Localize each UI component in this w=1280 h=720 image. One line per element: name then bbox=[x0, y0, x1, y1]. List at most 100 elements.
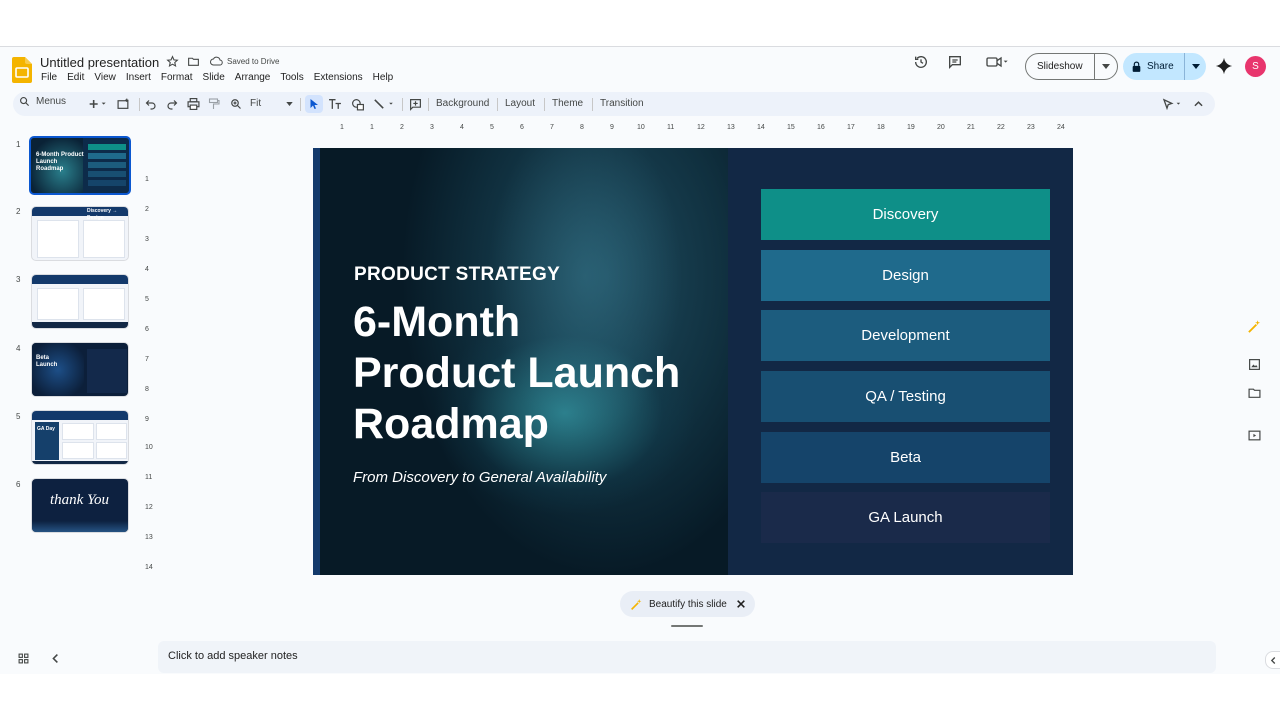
slide-number: 1 bbox=[16, 140, 21, 149]
pen-mode-icon[interactable] bbox=[1161, 97, 1185, 111]
menu-file[interactable]: File bbox=[41, 72, 57, 83]
menus-search[interactable]: Menus bbox=[19, 96, 66, 107]
beautify-slide-chip[interactable]: Beautify this slide bbox=[620, 591, 755, 617]
current-slide[interactable]: PRODUCT STRATEGY 6-Month Product Launch … bbox=[313, 148, 1073, 575]
menu-help[interactable]: Help bbox=[373, 72, 394, 83]
close-icon[interactable] bbox=[736, 599, 746, 609]
menu-edit[interactable]: Edit bbox=[67, 72, 84, 83]
phase-label: GA Launch bbox=[868, 509, 943, 526]
background-button[interactable]: Background bbox=[436, 98, 489, 109]
phase-label: Discovery bbox=[872, 206, 939, 223]
speaker-notes-placeholder: Click to add speaker notes bbox=[168, 650, 298, 662]
menu-slide[interactable]: Slide bbox=[203, 72, 225, 83]
slides-logo-icon[interactable] bbox=[12, 57, 32, 83]
menu-tools[interactable]: Tools bbox=[280, 72, 303, 83]
version-history-icon[interactable] bbox=[912, 53, 930, 71]
thumb-title: 6-Month Product Launch Roadmap bbox=[36, 152, 84, 172]
redo-icon[interactable] bbox=[165, 97, 179, 111]
theme-button[interactable]: Theme bbox=[552, 98, 583, 109]
headline-line-1: 6-Month bbox=[353, 298, 521, 346]
slide-eyebrow[interactable]: PRODUCT STRATEGY bbox=[354, 264, 560, 286]
star-icon[interactable] bbox=[166, 55, 179, 68]
phase-design[interactable]: Design bbox=[761, 250, 1050, 301]
slideshow-button[interactable]: Slideshow bbox=[1025, 53, 1118, 80]
shape-icon[interactable] bbox=[350, 97, 366, 111]
select-tool-icon[interactable] bbox=[305, 95, 323, 113]
notes-resize-handle[interactable] bbox=[671, 625, 703, 627]
phase-development[interactable]: Development bbox=[761, 310, 1050, 361]
slides-app: Untitled presentation Saved to Drive Fil… bbox=[0, 46, 1280, 674]
slide-thumbnail-4[interactable]: Beta Launch bbox=[31, 342, 129, 397]
account-avatar[interactable]: S bbox=[1245, 56, 1266, 77]
document-title[interactable]: Untitled presentation bbox=[40, 55, 159, 70]
vertical-ruler[interactable]: 1 2 3 4 5 6 7 8 9 10 11 12 13 14 bbox=[145, 147, 154, 575]
thumb-title: thank You bbox=[50, 492, 110, 508]
folder-panel-icon[interactable] bbox=[1246, 385, 1262, 401]
headline-line-3: Roadmap bbox=[353, 400, 549, 448]
comments-icon[interactable] bbox=[946, 53, 964, 71]
slide-headline[interactable]: 6-Month Product Launch Roadmap bbox=[353, 297, 680, 450]
slide-thumbnail-1[interactable]: 6-Month Product Launch Roadmap bbox=[29, 136, 131, 195]
zoom-select[interactable]: Fit bbox=[250, 98, 261, 109]
window-bottom-band bbox=[0, 674, 1280, 720]
share-button[interactable]: Share bbox=[1123, 53, 1206, 80]
thumb-title: GA Day bbox=[37, 426, 55, 432]
image-panel-icon[interactable] bbox=[1246, 356, 1262, 372]
window-top-band bbox=[0, 0, 1280, 46]
phase-beta[interactable]: Beta bbox=[761, 432, 1050, 483]
undo-icon[interactable] bbox=[144, 97, 158, 111]
slide-number: 5 bbox=[16, 412, 21, 421]
thumb-title: Beta Launch bbox=[36, 355, 58, 368]
gemini-sparkle-icon[interactable] bbox=[1215, 57, 1233, 75]
expand-side-panel-icon[interactable] bbox=[1265, 651, 1280, 669]
cloud-done-icon bbox=[210, 56, 223, 66]
layout-button[interactable]: Layout bbox=[505, 98, 535, 109]
line-tool-icon[interactable] bbox=[372, 97, 398, 111]
menu-view[interactable]: View bbox=[94, 72, 116, 83]
speaker-notes[interactable]: Click to add speaker notes bbox=[158, 641, 1216, 673]
lock-icon bbox=[1132, 61, 1141, 72]
move-folder-icon[interactable] bbox=[187, 55, 200, 68]
phase-qa-testing[interactable]: QA / Testing bbox=[761, 371, 1050, 422]
menu-bar: File Edit View Insert Format Slide Arran… bbox=[41, 72, 403, 83]
insert-slide-panel-icon[interactable] bbox=[1246, 427, 1262, 443]
transition-button[interactable]: Transition bbox=[600, 98, 644, 109]
add-comment-icon[interactable] bbox=[407, 97, 423, 111]
collapse-filmstrip-icon[interactable] bbox=[51, 653, 59, 664]
phase-discovery[interactable]: Discovery bbox=[761, 189, 1050, 240]
phase-label: Beta bbox=[890, 449, 921, 466]
print-icon[interactable] bbox=[186, 97, 200, 111]
saved-label: Saved to Drive bbox=[227, 56, 280, 66]
phase-ga-launch[interactable]: GA Launch bbox=[761, 492, 1050, 543]
new-slide-icon[interactable] bbox=[88, 97, 110, 111]
collapse-toolbar-icon[interactable] bbox=[1191, 97, 1205, 111]
paint-format-icon[interactable] bbox=[207, 97, 221, 111]
phase-label: Design bbox=[882, 267, 929, 284]
slide-thumbnail-2[interactable]: Discovery → Design bbox=[31, 206, 129, 261]
slide-thumbnail-5[interactable]: GA Day bbox=[31, 410, 129, 465]
menu-extensions[interactable]: Extensions bbox=[314, 72, 363, 83]
magic-wand-icon bbox=[631, 598, 642, 610]
save-status[interactable]: Saved to Drive bbox=[210, 56, 279, 66]
text-box-icon[interactable] bbox=[327, 97, 343, 111]
grid-view-icon[interactable] bbox=[18, 653, 29, 664]
slide-thumbnail-6[interactable]: thank You bbox=[31, 478, 129, 533]
meet-icon[interactable] bbox=[983, 53, 1011, 71]
menu-insert[interactable]: Insert bbox=[126, 72, 151, 83]
search-icon bbox=[20, 97, 30, 107]
horizontal-ruler[interactable]: 1 1 2 3 4 5 6 7 8 9 10 11 12 13 14 15 16… bbox=[313, 124, 1073, 133]
zoom-label: Fit bbox=[250, 98, 262, 109]
slide-number: 4 bbox=[16, 344, 21, 353]
new-slide-layout-icon[interactable] bbox=[116, 97, 130, 111]
slideshow-dropdown-icon[interactable] bbox=[1094, 54, 1117, 79]
share-dropdown-icon[interactable] bbox=[1184, 53, 1206, 80]
phase-label: QA / Testing bbox=[865, 388, 946, 405]
slide-thumbnail-3[interactable] bbox=[31, 274, 129, 329]
menu-arrange[interactable]: Arrange bbox=[235, 72, 271, 83]
zoom-dropdown-icon[interactable] bbox=[285, 97, 293, 111]
zoom-icon[interactable] bbox=[229, 97, 243, 111]
menu-format[interactable]: Format bbox=[161, 72, 193, 83]
magic-wand-icon[interactable] bbox=[1246, 318, 1262, 334]
headline-line-2: Product Launch bbox=[353, 349, 681, 397]
slide-subtitle[interactable]: From Discovery to General Availability bbox=[353, 469, 606, 486]
